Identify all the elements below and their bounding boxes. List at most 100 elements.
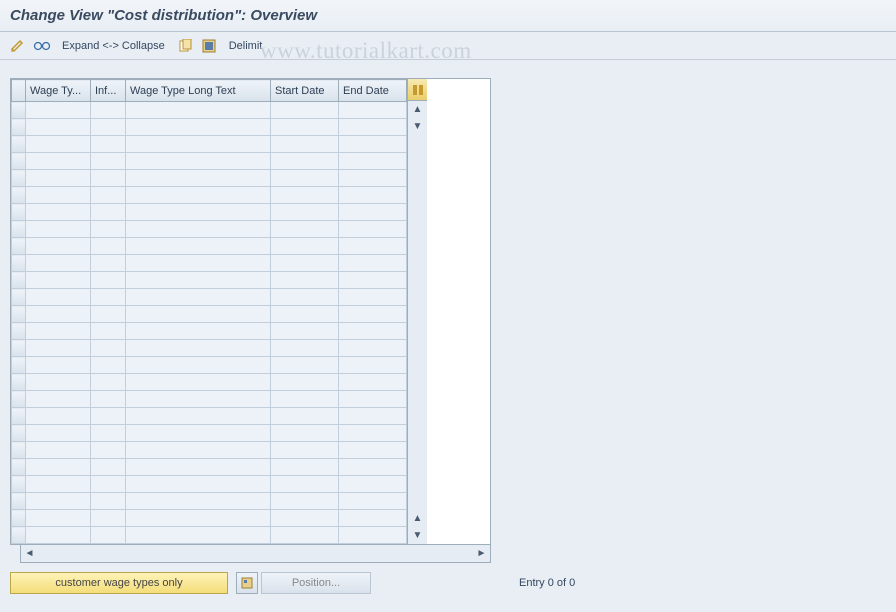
cell-wage-long[interactable] bbox=[126, 102, 271, 119]
cell-end-date[interactable] bbox=[339, 119, 407, 136]
row-selector[interactable] bbox=[12, 272, 26, 289]
row-selector[interactable] bbox=[12, 459, 26, 476]
cell-wage-long[interactable] bbox=[126, 408, 271, 425]
cell-inf[interactable] bbox=[91, 238, 126, 255]
row-selector[interactable] bbox=[12, 204, 26, 221]
table-row[interactable] bbox=[12, 408, 407, 425]
cell-wage-type[interactable] bbox=[26, 493, 91, 510]
cell-inf[interactable] bbox=[91, 170, 126, 187]
cell-end-date[interactable] bbox=[339, 255, 407, 272]
cell-inf[interactable] bbox=[91, 425, 126, 442]
cell-start-date[interactable] bbox=[271, 408, 339, 425]
cell-start-date[interactable] bbox=[271, 187, 339, 204]
cell-end-date[interactable] bbox=[339, 408, 407, 425]
table-row[interactable] bbox=[12, 357, 407, 374]
table-row[interactable] bbox=[12, 204, 407, 221]
row-selector[interactable] bbox=[12, 255, 26, 272]
row-selector[interactable] bbox=[12, 408, 26, 425]
cell-wage-type[interactable] bbox=[26, 459, 91, 476]
cell-inf[interactable] bbox=[91, 323, 126, 340]
position-button[interactable]: Position... bbox=[261, 572, 371, 594]
table-row[interactable] bbox=[12, 136, 407, 153]
row-selector[interactable] bbox=[12, 340, 26, 357]
table-row[interactable] bbox=[12, 425, 407, 442]
cell-start-date[interactable] bbox=[271, 306, 339, 323]
cell-wage-long[interactable] bbox=[126, 323, 271, 340]
row-selector[interactable] bbox=[12, 510, 26, 527]
cell-wage-type[interactable] bbox=[26, 102, 91, 119]
cell-wage-long[interactable] bbox=[126, 510, 271, 527]
cell-end-date[interactable] bbox=[339, 153, 407, 170]
cell-start-date[interactable] bbox=[271, 170, 339, 187]
cell-end-date[interactable] bbox=[339, 527, 407, 544]
cell-inf[interactable] bbox=[91, 493, 126, 510]
cell-wage-long[interactable] bbox=[126, 425, 271, 442]
cell-end-date[interactable] bbox=[339, 272, 407, 289]
cell-end-date[interactable] bbox=[339, 357, 407, 374]
cell-start-date[interactable] bbox=[271, 442, 339, 459]
row-selector[interactable] bbox=[12, 323, 26, 340]
table-row[interactable] bbox=[12, 510, 407, 527]
cell-wage-type[interactable] bbox=[26, 272, 91, 289]
cell-start-date[interactable] bbox=[271, 119, 339, 136]
cell-wage-type[interactable] bbox=[26, 442, 91, 459]
select-all-icon[interactable] bbox=[199, 37, 219, 55]
edit-icon[interactable] bbox=[8, 37, 28, 55]
cell-inf[interactable] bbox=[91, 340, 126, 357]
horizontal-scrollbar[interactable]: ◄ ► bbox=[20, 545, 491, 563]
cell-wage-long[interactable] bbox=[126, 476, 271, 493]
cell-wage-type[interactable] bbox=[26, 306, 91, 323]
cell-end-date[interactable] bbox=[339, 425, 407, 442]
cell-start-date[interactable] bbox=[271, 510, 339, 527]
cell-wage-type[interactable] bbox=[26, 527, 91, 544]
cell-end-date[interactable] bbox=[339, 238, 407, 255]
cell-inf[interactable] bbox=[91, 272, 126, 289]
cell-inf[interactable] bbox=[91, 306, 126, 323]
cell-wage-long[interactable] bbox=[126, 136, 271, 153]
cell-start-date[interactable] bbox=[271, 323, 339, 340]
row-selector[interactable] bbox=[12, 221, 26, 238]
cell-inf[interactable] bbox=[91, 357, 126, 374]
cell-inf[interactable] bbox=[91, 255, 126, 272]
glasses-icon[interactable] bbox=[32, 37, 52, 55]
cell-wage-type[interactable] bbox=[26, 204, 91, 221]
cell-end-date[interactable] bbox=[339, 221, 407, 238]
cell-inf[interactable] bbox=[91, 510, 126, 527]
row-selector[interactable] bbox=[12, 153, 26, 170]
cell-wage-type[interactable] bbox=[26, 357, 91, 374]
table-row[interactable] bbox=[12, 153, 407, 170]
table-row[interactable] bbox=[12, 476, 407, 493]
cell-inf[interactable] bbox=[91, 442, 126, 459]
table-row[interactable] bbox=[12, 289, 407, 306]
cell-wage-long[interactable] bbox=[126, 187, 271, 204]
cell-end-date[interactable] bbox=[339, 289, 407, 306]
cell-wage-long[interactable] bbox=[126, 255, 271, 272]
row-selector[interactable] bbox=[12, 170, 26, 187]
cell-wage-type[interactable] bbox=[26, 510, 91, 527]
cell-wage-type[interactable] bbox=[26, 476, 91, 493]
cell-start-date[interactable] bbox=[271, 425, 339, 442]
row-selector[interactable] bbox=[12, 391, 26, 408]
cell-inf[interactable] bbox=[91, 459, 126, 476]
col-wage-type[interactable]: Wage Ty... bbox=[26, 80, 91, 102]
configure-columns-icon[interactable] bbox=[408, 79, 427, 101]
cell-inf[interactable] bbox=[91, 136, 126, 153]
cell-inf[interactable] bbox=[91, 374, 126, 391]
cell-end-date[interactable] bbox=[339, 187, 407, 204]
cell-wage-type[interactable] bbox=[26, 119, 91, 136]
scroll-left-icon[interactable]: ◄ bbox=[21, 545, 38, 562]
cell-start-date[interactable] bbox=[271, 391, 339, 408]
cell-inf[interactable] bbox=[91, 153, 126, 170]
table-row[interactable] bbox=[12, 493, 407, 510]
cell-inf[interactable] bbox=[91, 408, 126, 425]
cell-wage-long[interactable] bbox=[126, 238, 271, 255]
table-row[interactable] bbox=[12, 442, 407, 459]
cell-wage-type[interactable] bbox=[26, 255, 91, 272]
cell-wage-long[interactable] bbox=[126, 357, 271, 374]
row-selector[interactable] bbox=[12, 306, 26, 323]
table-row[interactable] bbox=[12, 306, 407, 323]
row-selector[interactable] bbox=[12, 357, 26, 374]
cell-end-date[interactable] bbox=[339, 323, 407, 340]
cell-wage-type[interactable] bbox=[26, 340, 91, 357]
cell-wage-type[interactable] bbox=[26, 170, 91, 187]
